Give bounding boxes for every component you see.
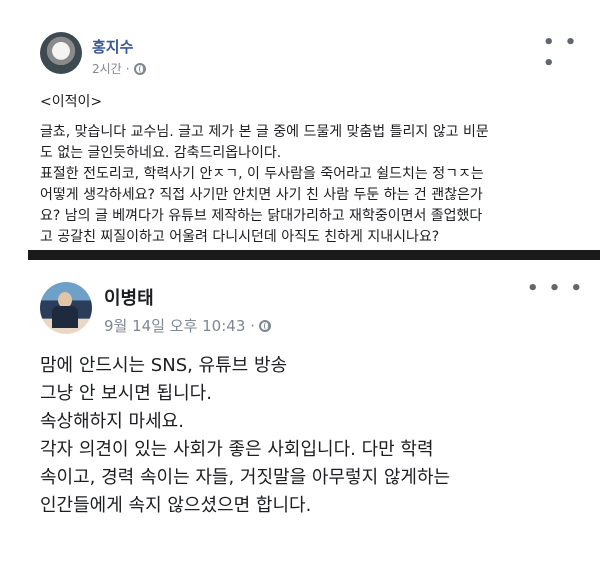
avatar[interactable] <box>40 282 92 334</box>
globe-icon <box>258 319 271 332</box>
post-line: 속상해하지 마세요. <box>40 411 184 432</box>
post-body: 맘에 안드시는 SNS, 유튜브 방송 그냥 안 보시면 됩니다. 속상해하지 … <box>40 352 580 520</box>
author-name[interactable]: 이병태 <box>104 284 154 310</box>
post-line: 각자 의견이 있는 사회가 좋은 사회입니다. 다만 학력 <box>40 439 434 460</box>
post-line: 고 공갈친 찌질이하고 어울려 다니시던데 아직도 친하게 지내시나요? <box>40 229 440 245</box>
post-line: 인간들에게 속지 않으셨으면 합니다. <box>40 495 312 516</box>
post-line: 요? 남의 글 베껴다가 유튜브 제작하는 닭대가리하고 재학중이면서 졸업했다 <box>40 208 483 224</box>
post-line: 도 없는 글인듯하네요. 감축드리옵나이다. <box>40 145 282 161</box>
post-time[interactable]: 9월 14일 오후 10:43 · <box>104 315 255 336</box>
divider <box>28 250 600 260</box>
post-meta: 2시간 · <box>92 60 146 77</box>
post-body: <이적이> 글쵸, 맞습니다 교수님. 글고 제가 본 글 중에 드물게 맞춤법… <box>40 92 580 248</box>
post-line: 그냥 안 보시면 됩니다. <box>40 383 212 404</box>
post-line: 맘에 안드시는 SNS, 유튜브 방송 <box>40 355 288 376</box>
more-options-icon[interactable]: • • • <box>527 278 584 299</box>
post-line: 글쵸, 맞습니다 교수님. 글고 제가 본 글 중에 드물게 맞춤법 틀리지 않… <box>40 124 489 140</box>
post-meta: 9월 14일 오후 10:43 · <box>104 315 271 336</box>
author-name[interactable]: 홍지수 <box>92 36 133 57</box>
post-line: 표절한 전도리코, 학력사기 안ㅈㄱ, 이 두사람을 죽어라고 쉴드치는 정ㄱㅈ… <box>40 166 484 182</box>
post-card-1: 홍지수 2시간 · • • • <이적이> 글쵸, 맞습니다 교수님. 글고 제… <box>0 0 600 250</box>
more-options-icon[interactable]: • • • <box>543 32 600 74</box>
globe-icon <box>133 62 146 75</box>
tag-line: <이적이> <box>40 94 103 110</box>
post-line: 속이고, 경력 속이는 자들, 거짓말을 아무렇지 않게하는 <box>40 467 451 488</box>
post-time[interactable]: 2시간 <box>92 60 122 77</box>
post-line: 어떻게 생각하세요? 직접 사기만 안치면 사기 친 사람 두둔 하는 건 괜찮… <box>40 187 483 203</box>
avatar[interactable] <box>40 32 82 74</box>
